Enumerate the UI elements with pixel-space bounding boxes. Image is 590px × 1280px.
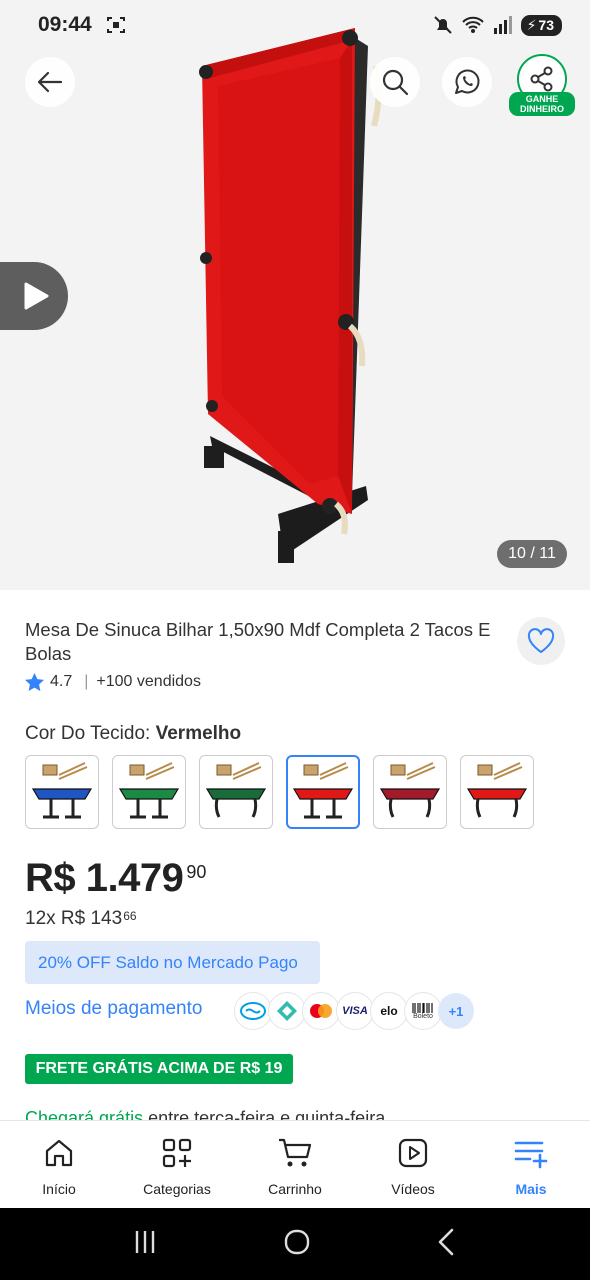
- elo-icon: elo: [370, 992, 408, 1030]
- boleto-label: Boleto: [413, 1012, 433, 1020]
- status-time: 09:44: [38, 13, 92, 36]
- table-thumbnail: [292, 762, 354, 819]
- nav-categories[interactable]: Categorias: [118, 1121, 236, 1208]
- home-circle-icon: [284, 1229, 310, 1254]
- boleto-icon: Boleto: [404, 992, 442, 1030]
- color-swatches: [25, 755, 534, 829]
- whatsapp-icon: [455, 69, 480, 94]
- installments: 12x R$ 143 66: [25, 908, 137, 930]
- product-image: [199, 28, 382, 563]
- color-selected-value: Vermelho: [155, 723, 242, 744]
- nav-more[interactable]: Mais: [472, 1121, 590, 1208]
- product-gallery[interactable]: 09:44 ⚡ 73 GANHE DINHEIRO 10 / 11: [0, 0, 590, 590]
- rating-separator: |: [84, 673, 89, 690]
- home-icon: [45, 1139, 73, 1167]
- promo-badge: 20% OFF Saldo no Mercado Pago: [25, 941, 320, 984]
- mute-icon: [433, 16, 452, 34]
- rating-value: 4.7: [50, 673, 73, 690]
- earn-money-badge: GANHE DINHEIRO: [509, 92, 575, 116]
- sold-count: +100 vendidos: [96, 673, 201, 690]
- nav-videos-label: Vídeos: [391, 1181, 435, 1197]
- system-back-button[interactable]: [436, 1228, 458, 1261]
- nav-more-label: Mais: [515, 1181, 547, 1197]
- product-title: Mesa De Sinuca Bilhar 1,50x90 Mdf Comple…: [25, 619, 491, 664]
- recent-apps-button[interactable]: [132, 1229, 158, 1260]
- nav-cart-label: Carrinho: [268, 1181, 322, 1197]
- share-icon: [530, 66, 553, 92]
- search-button[interactable]: [370, 57, 420, 107]
- categories-icon: [162, 1138, 192, 1168]
- nav-home-label: Início: [42, 1181, 76, 1197]
- menu-plus-icon: [514, 1141, 548, 1169]
- mercado-pago-icon: [234, 992, 272, 1030]
- nav-categories-label: Categorias: [143, 1181, 211, 1197]
- star-icon: [25, 673, 44, 691]
- mastercard-icon: [302, 992, 340, 1030]
- favorite-button[interactable]: [517, 617, 565, 665]
- heart-icon: [527, 628, 555, 653]
- color-swatch[interactable]: [25, 755, 99, 829]
- color-label-text: Cor Do Tecido:: [25, 723, 151, 744]
- share-earn-button[interactable]: GANHE DINHEIRO: [508, 52, 576, 118]
- table-thumbnail: [466, 762, 528, 818]
- price: R$ 1.479 90: [25, 856, 206, 901]
- rating-row[interactable]: 4.7 | +100 vendidos: [25, 673, 201, 691]
- table-thumbnail: [205, 762, 267, 818]
- bottom-navigation: Início Categorias Carrinho Vídeos Mais: [0, 1120, 590, 1208]
- video-icon: [398, 1138, 428, 1168]
- nav-home[interactable]: Início: [0, 1121, 118, 1208]
- installments-main: 12x R$ 143: [25, 908, 123, 929]
- home-system-button[interactable]: [283, 1228, 311, 1261]
- arrow-left-icon: [37, 71, 63, 93]
- visa-icon: VISA: [336, 992, 374, 1030]
- color-swatch[interactable]: [112, 755, 186, 829]
- nav-videos[interactable]: Vídeos: [354, 1121, 472, 1208]
- price-main: R$ 1.479: [25, 856, 184, 900]
- price-cents: 90: [186, 862, 207, 882]
- battery-level: 73: [538, 17, 554, 33]
- payment-icons[interactable]: VISA elo Boleto +1: [234, 992, 474, 1030]
- nav-cart[interactable]: Carrinho: [236, 1121, 354, 1208]
- whatsapp-share-button[interactable]: [442, 57, 492, 107]
- screen-record-icon: [106, 17, 125, 33]
- recent-apps-icon: [136, 1230, 155, 1253]
- back-button[interactable]: [25, 57, 75, 107]
- color-swatch[interactable]: [286, 755, 360, 829]
- battery-indicator: ⚡ 73: [520, 14, 562, 36]
- pix-icon: [268, 992, 306, 1030]
- status-bar: 09:44 ⚡ 73: [0, 0, 590, 50]
- table-thumbnail: [31, 762, 93, 819]
- cart-icon: [279, 1138, 312, 1167]
- free-shipping-badge: FRETE GRÁTIS ACIMA DE R$ 19: [25, 1054, 293, 1084]
- color-swatch[interactable]: [199, 755, 273, 829]
- wifi-icon: [461, 16, 484, 33]
- play-video-button[interactable]: [0, 262, 68, 330]
- color-label: Cor Do Tecido: Vermelho: [25, 723, 241, 745]
- payment-methods-link[interactable]: Meios de pagamento: [25, 998, 202, 1020]
- signal-icon: [493, 16, 512, 34]
- installments-cents: 66: [123, 909, 137, 923]
- system-navigation-bar: [0, 1208, 590, 1280]
- play-icon: [24, 282, 49, 310]
- search-icon: [382, 69, 409, 96]
- chevron-left-icon: [438, 1228, 453, 1255]
- more-payments-badge[interactable]: +1: [438, 993, 474, 1029]
- color-swatch[interactable]: [373, 755, 447, 829]
- bolt-icon: ⚡: [526, 16, 537, 33]
- table-thumbnail: [379, 762, 441, 818]
- image-counter: 10 / 11: [497, 540, 567, 568]
- color-swatch[interactable]: [460, 755, 534, 829]
- table-thumbnail: [118, 762, 180, 819]
